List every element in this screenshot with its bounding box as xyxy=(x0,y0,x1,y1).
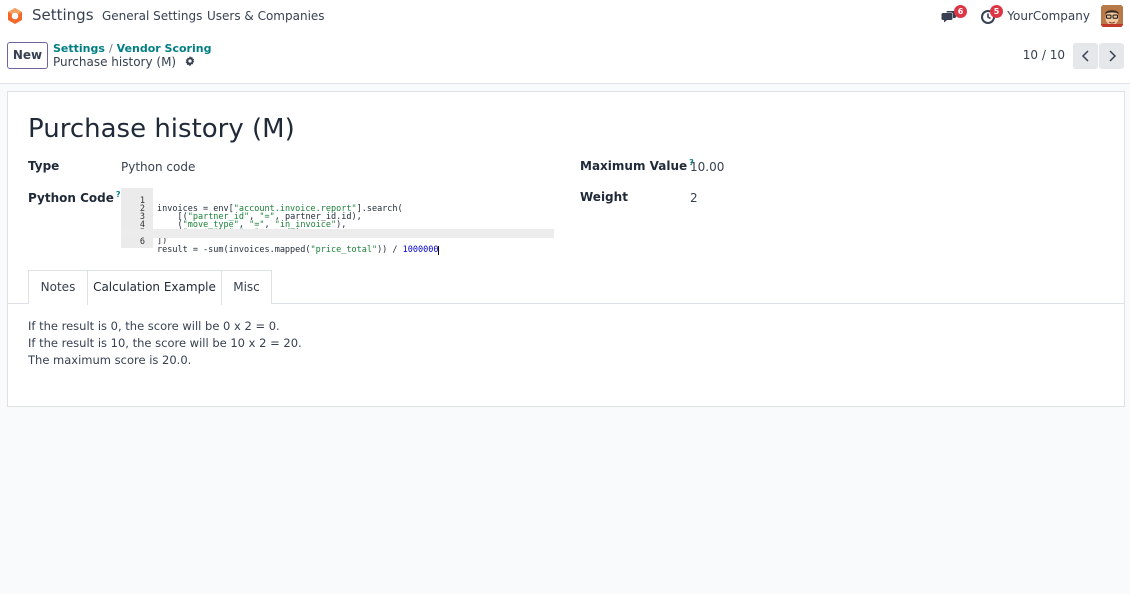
activities-badge: 5 xyxy=(990,5,1003,18)
python-code-help-icon[interactable]: ? xyxy=(116,190,121,199)
breadcrumb-separator: / xyxy=(108,42,113,55)
user-avatar[interactable] xyxy=(1101,5,1123,27)
breadcrumb-vendor-scoring[interactable]: Vendor Scoring xyxy=(117,42,212,55)
pager-previous-button[interactable] xyxy=(1073,43,1098,69)
maximum-value-field[interactable]: 10.00 xyxy=(690,160,724,174)
code-line: 5 ]) xyxy=(121,220,554,245)
python-code-label-text: Python Code xyxy=(28,191,114,205)
pager-next-button[interactable] xyxy=(1099,43,1124,69)
python-code-editor[interactable]: 1 invoices = env["account.invoice.report… xyxy=(121,188,554,256)
example-line: The maximum score is 20.0. xyxy=(28,353,192,367)
notebook-tabs: Notes Calculation Example Misc xyxy=(8,270,1124,305)
breadcrumb: Settings / Vendor Scoring xyxy=(53,42,211,55)
code-text: result = -sum(invoices.mapped("price_tot… xyxy=(157,245,440,256)
new-button[interactable]: New xyxy=(7,42,48,69)
record-name[interactable]: Purchase history (M) xyxy=(28,114,295,144)
example-line: If the result is 0, the score will be 0 … xyxy=(28,319,280,333)
settings-app-logo-icon[interactable] xyxy=(6,7,24,25)
weight-label: Weight xyxy=(580,190,628,204)
breadcrumb-settings[interactable]: Settings xyxy=(53,42,105,55)
text-cursor xyxy=(438,246,440,256)
messages-badge: 6 xyxy=(954,5,967,18)
maximum-value-label: Maximum Value? xyxy=(580,158,694,173)
avatar-face-icon xyxy=(1101,5,1123,27)
company-switcher[interactable]: YourCompany xyxy=(1007,9,1090,23)
record-title: Purchase history (M) xyxy=(53,55,195,69)
example-line: If the result is 10, the score will be 1… xyxy=(28,336,302,350)
menu-users-companies[interactable]: Users & Companies xyxy=(207,9,325,23)
tab-calculation-example[interactable]: Calculation Example xyxy=(87,270,222,305)
line-number: 6 xyxy=(139,236,145,247)
tab-misc[interactable]: Misc xyxy=(221,270,272,304)
maximum-value-label-text: Maximum Value xyxy=(580,159,688,173)
chevron-left-icon xyxy=(1081,50,1089,62)
gear-icon[interactable] xyxy=(185,56,195,66)
tab-notes[interactable]: Notes xyxy=(28,270,88,304)
form-sheet: Purchase history (M) Type Python code Py… xyxy=(7,91,1125,407)
pager-value[interactable]: 10 / 10 xyxy=(1023,48,1065,62)
app-name[interactable]: Settings xyxy=(32,6,94,24)
control-panel: New Settings / Vendor Scoring Purchase his… xyxy=(0,32,1130,84)
calculation-example-content: If the result is 0, the score will be 0 … xyxy=(28,318,302,369)
chevron-right-icon xyxy=(1108,50,1116,62)
weight-field[interactable]: 2 xyxy=(690,191,698,205)
menu-general-settings[interactable]: General Settings xyxy=(102,9,202,23)
messages-systray[interactable]: 6 xyxy=(941,5,967,25)
activities-systray[interactable]: 5 xyxy=(980,5,1003,25)
record-title-text: Purchase history (M) xyxy=(53,55,177,69)
code-line-active: 6 result = -sum(invoices.mapped("price_t… xyxy=(121,229,554,256)
type-label: Type xyxy=(28,159,60,173)
type-field[interactable]: Python code xyxy=(121,160,195,174)
python-code-label: Python Code? xyxy=(28,190,121,205)
top-navbar: Settings General Settings Users & Compan… xyxy=(0,0,1130,32)
